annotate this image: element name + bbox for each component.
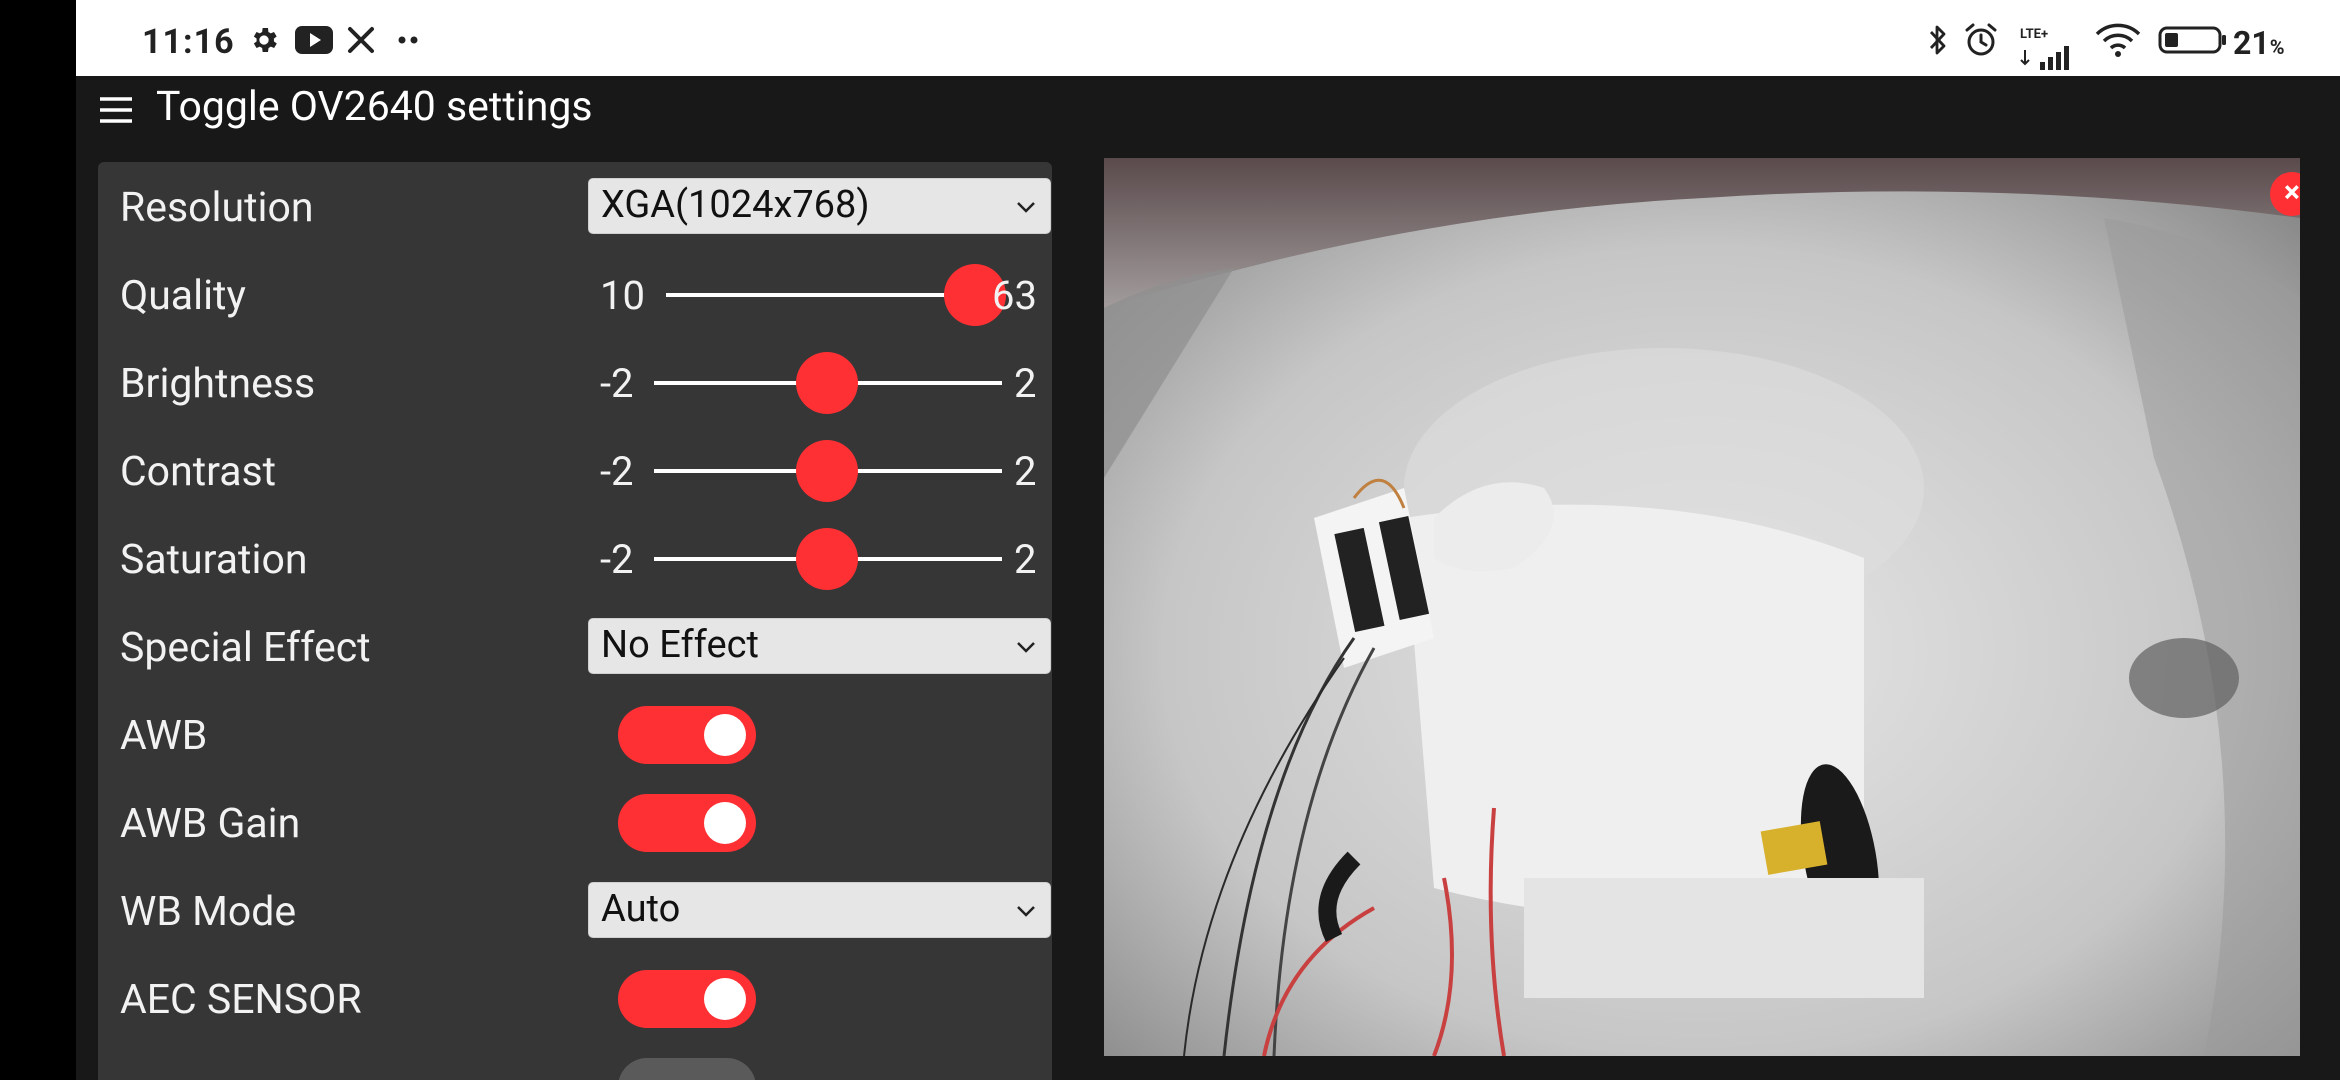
x-icon [346,22,376,58]
awb-gain-toggle[interactable] [618,794,756,852]
brightness-row: Brightness -2 2 [98,338,1052,426]
resolution-label: Resolution [120,184,314,232]
contrast-slider-thumb[interactable] [796,440,858,502]
alarm-icon [1962,22,2000,58]
next-setting-toggle[interactable] [618,1058,756,1080]
chevron-down-icon [1017,906,1035,917]
resolution-value: XGA(1024x768) [601,183,870,227]
quality-max: 63 [992,272,1037,319]
next-setting-row [98,1042,1052,1080]
saturation-slider-thumb[interactable] [796,528,858,590]
settings-panel: Resolution XGA(1024x768) Quality 10 63 B… [98,162,1052,1080]
toggle-knob [704,714,746,756]
wb-mode-value: Auto [601,887,681,931]
quality-row: Quality 10 63 [98,250,1052,338]
status-bar: 11:16 LTE+ 21% [76,0,2340,76]
status-time: 11:16 [142,22,235,62]
bluetooth-icon [1926,22,1950,58]
contrast-label: Contrast [120,448,277,496]
camera-stream: × [1104,158,2300,1056]
special-effect-label: Special Effect [120,624,371,672]
contrast-row: Contrast -2 2 [98,426,1052,514]
awb-gain-label: AWB Gain [120,800,301,848]
quality-label: Quality [120,272,246,320]
quality-min: 10 [600,272,645,319]
wb-mode-label: WB Mode [120,888,297,936]
wifi-icon [2094,22,2142,58]
signal-icon [2020,40,2076,76]
aec-sensor-label: AEC SENSOR [120,976,362,1024]
battery-percent: 21% [2233,24,2285,62]
aec-sensor-toggle[interactable] [618,970,756,1028]
aec-sensor-row: AEC SENSOR [98,954,1052,1042]
brightness-min: -2 [600,360,634,407]
camera-frame-image [1104,158,2300,1056]
awb-label: AWB [120,712,208,760]
brightness-label: Brightness [120,360,316,408]
saturation-max: 2 [1014,536,1037,583]
wb-mode-row: WB Mode Auto [98,866,1052,954]
awb-toggle[interactable] [618,706,756,764]
gear-icon [248,22,280,58]
battery-icon [2158,22,2228,58]
app-header: Toggle OV2640 settings [76,76,2340,158]
toggle-knob [704,802,746,844]
contrast-min: -2 [600,448,634,495]
resolution-row: Resolution XGA(1024x768) [98,162,1052,250]
special-effect-value: No Effect [601,623,759,667]
saturation-label: Saturation [120,536,308,584]
awb-row: AWB [98,690,1052,778]
wb-mode-select[interactable]: Auto [588,882,1051,938]
contrast-max: 2 [1014,448,1037,495]
brightness-slider-thumb[interactable] [796,352,858,414]
awb-gain-row: AWB Gain [98,778,1052,866]
quality-slider-track[interactable] [666,293,978,297]
special-effect-select[interactable]: No Effect [588,618,1051,674]
more-dots-icon [394,22,422,58]
saturation-row: Saturation -2 2 [98,514,1052,602]
chevron-down-icon [1017,202,1035,213]
saturation-min: -2 [600,536,634,583]
app-screen: 11:16 LTE+ 21% Toggle OV2640 settings Re… [76,0,2340,1080]
toggle-knob [704,978,746,1020]
youtube-icon [295,22,333,58]
chevron-down-icon [1017,642,1035,653]
hamburger-icon[interactable] [96,90,136,130]
resolution-select[interactable]: XGA(1024x768) [588,178,1051,234]
page-title[interactable]: Toggle OV2640 settings [156,83,593,131]
brightness-max: 2 [1014,360,1037,407]
special-effect-row: Special Effect No Effect [98,602,1052,690]
